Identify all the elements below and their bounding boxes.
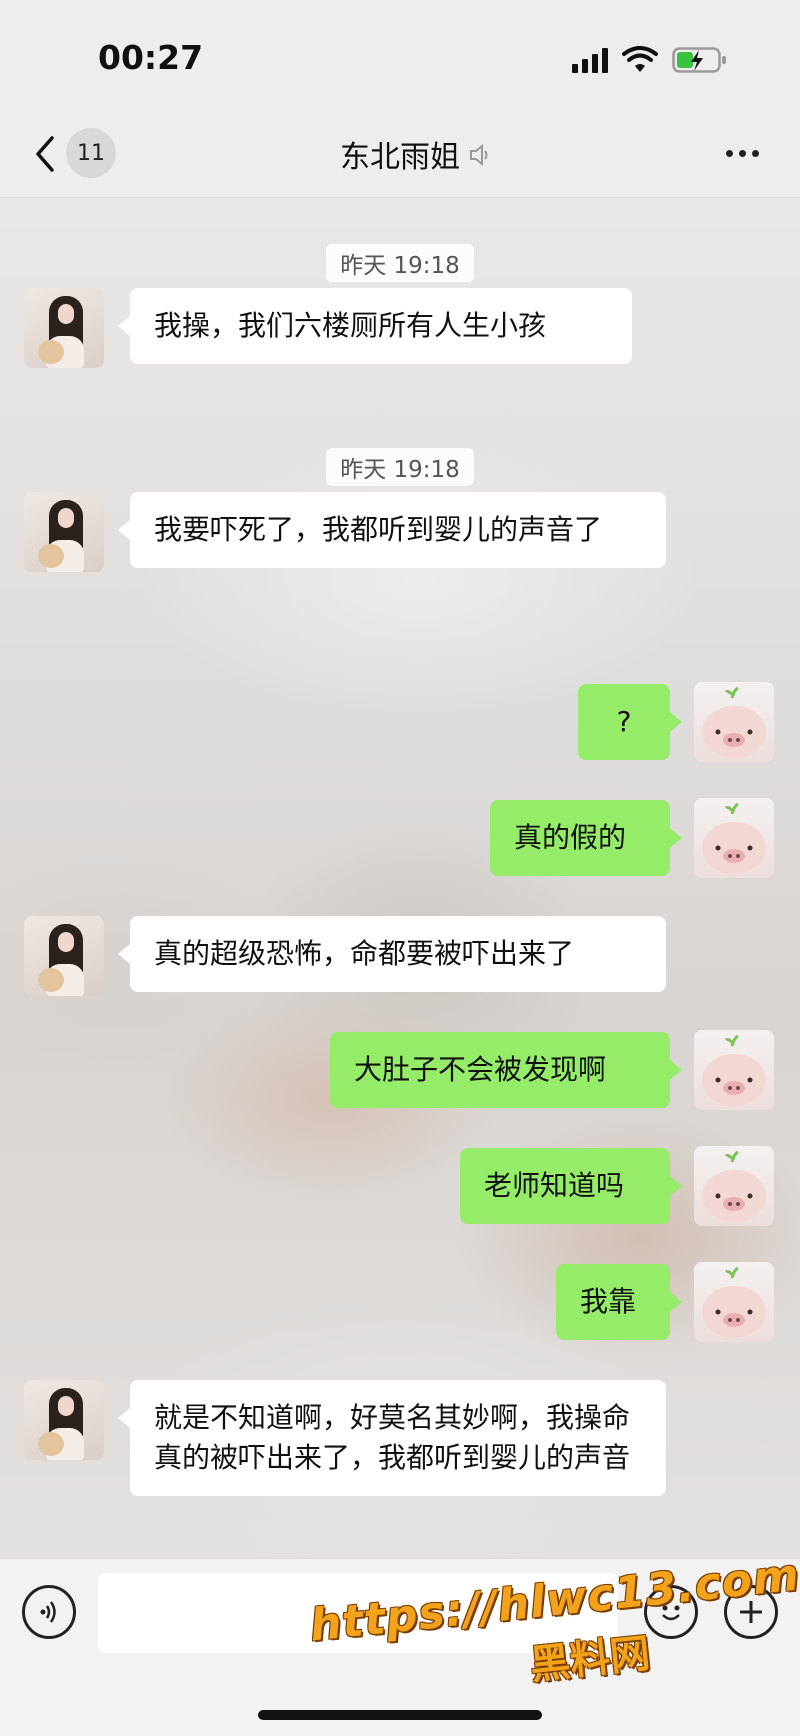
message-list[interactable]: 昨天 19:18 我操，我们六楼厕所有人生小孩 昨天 19:18 我要吓死了，我… <box>0 198 800 1558</box>
timestamp-chip: 昨天 19:18 <box>326 448 474 486</box>
contact-avatar[interactable] <box>24 288 104 368</box>
outgoing-message-bubble[interactable]: 真的假的 <box>490 800 682 876</box>
my-avatar[interactable] <box>694 1030 774 1110</box>
outgoing-message-bubble[interactable]: 我靠 <box>556 1264 682 1340</box>
home-indicator[interactable] <box>258 1710 542 1720</box>
my-avatar[interactable] <box>694 1146 774 1226</box>
incoming-message-bubble[interactable]: 我要吓死了，我都听到婴儿的声音了 <box>118 492 666 568</box>
contact-avatar[interactable] <box>24 916 104 996</box>
outgoing-message-bubble[interactable]: 老师知道吗 <box>460 1148 682 1224</box>
pig-avatar-icon <box>702 686 766 758</box>
my-avatar[interactable] <box>694 1262 774 1342</box>
incoming-message-bubble[interactable]: 真的超级恐怖，命都要被吓出来了 <box>118 916 666 992</box>
chat-title: 东北雨姐 <box>340 140 460 175</box>
timestamp-chip: 昨天 19:18 <box>326 244 474 282</box>
status-icons <box>572 44 728 76</box>
pig-avatar-icon <box>702 1034 766 1106</box>
incoming-message-bubble[interactable]: 就是不知道啊，好莫名其妙啊，我操命真的被吓出来了，我都听到婴儿的声音 <box>118 1380 666 1496</box>
outgoing-message-bubble[interactable]: ? <box>578 684 682 760</box>
status-bar: 00:27 <box>0 0 800 112</box>
incoming-message-bubble[interactable]: 我操，我们六楼厕所有人生小孩 <box>118 288 632 364</box>
sound-off-icon <box>470 143 488 167</box>
voice-icon[interactable] <box>22 1585 76 1639</box>
status-time: 00:27 <box>98 38 204 77</box>
chat-header: 11 东北雨姐 <box>0 112 800 198</box>
pig-avatar-icon <box>702 1150 766 1222</box>
contact-avatar[interactable] <box>24 492 104 572</box>
wifi-icon <box>622 46 658 72</box>
outgoing-message-bubble[interactable]: 大肚子不会被发现啊 <box>330 1032 682 1108</box>
more-dots-icon[interactable] <box>726 150 759 157</box>
pig-avatar-icon <box>702 802 766 874</box>
battery-charging-icon <box>672 47 726 73</box>
my-avatar[interactable] <box>694 798 774 878</box>
contact-avatar[interactable] <box>24 1380 104 1460</box>
pig-avatar-icon <box>702 1266 766 1338</box>
cellular-signal-icon <box>572 47 608 73</box>
my-avatar[interactable] <box>694 682 774 762</box>
